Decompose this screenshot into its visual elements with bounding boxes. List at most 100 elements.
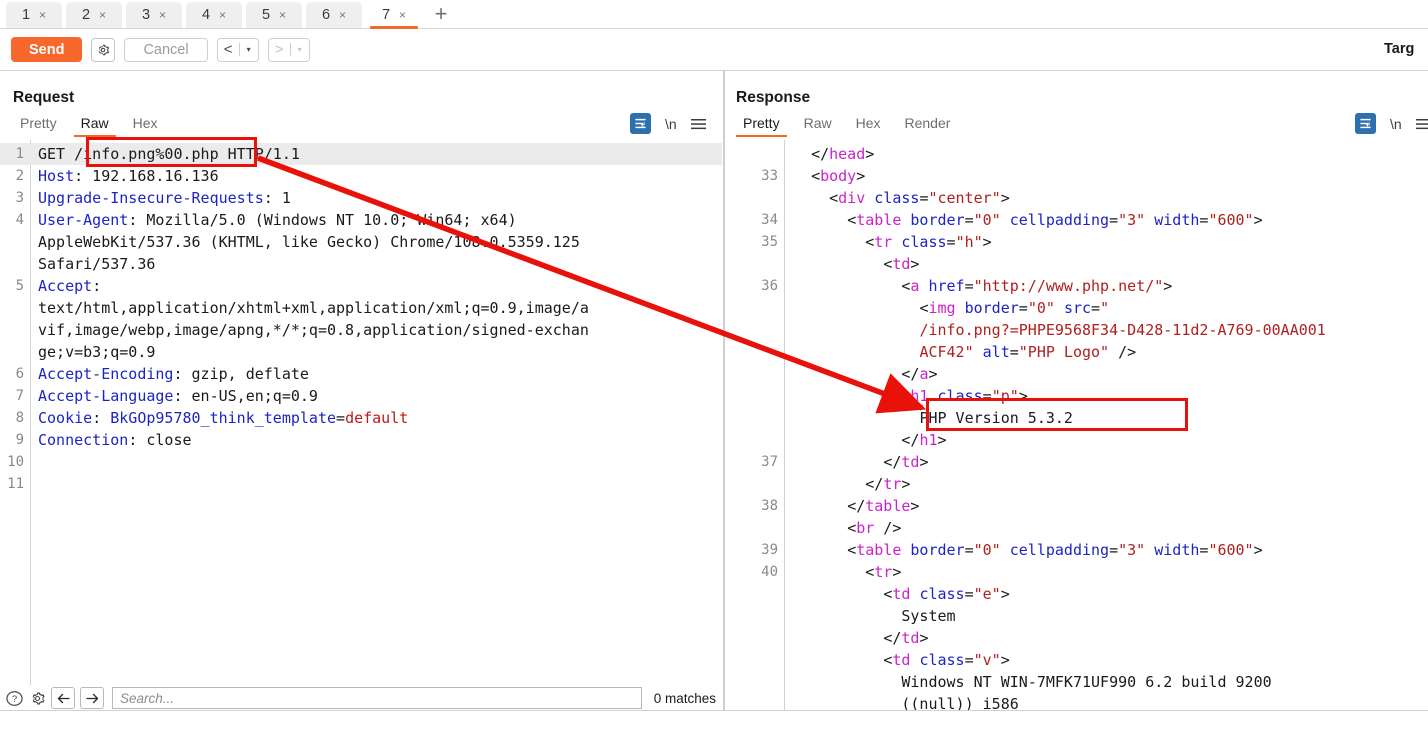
tab-label: 6 — [321, 7, 331, 23]
target-label: Targ — [1384, 41, 1415, 57]
code-token: </ — [847, 497, 866, 515]
code-line: text/html,application/xhtml+xml,applicat… — [0, 297, 722, 319]
code-line: </h1> — [725, 429, 1428, 451]
code-token: : — [92, 277, 102, 295]
repeater-tab-3[interactable]: 3 × — [126, 2, 182, 28]
code-token: Cookie — [38, 409, 93, 427]
code-token: : 1 — [263, 189, 291, 207]
repeater-tab-7[interactable]: 7 × — [366, 2, 422, 29]
word-wrap-icon[interactable] — [630, 113, 651, 134]
code-token: td — [892, 651, 911, 669]
code-line: 4 User-Agent: Mozilla/5.0 (Windows NT 10.… — [0, 209, 722, 231]
code-token: border — [910, 541, 965, 559]
code-line: PHP Version 5.3.2 — [725, 407, 1428, 429]
code-token: default — [345, 409, 409, 427]
repeater-tab-4[interactable]: 4 × — [186, 2, 242, 28]
code-token: border — [910, 211, 965, 229]
repeater-tab-1[interactable]: 1 × — [6, 2, 62, 28]
code-token: > — [910, 255, 920, 273]
line-text: AppleWebKit/537.36 (KHTML, like Gecko) C… — [31, 231, 722, 253]
code-token: < — [847, 541, 857, 559]
code-token: < — [883, 651, 893, 669]
tab-pretty[interactable]: Pretty — [736, 115, 787, 137]
tab-hex[interactable]: Hex — [126, 115, 165, 137]
line-number — [725, 627, 785, 649]
line-text: ((null)) i586 — [785, 693, 1428, 711]
code-line: System — [725, 605, 1428, 627]
tab-hex[interactable]: Hex — [849, 115, 888, 137]
line-number — [725, 407, 785, 429]
code-token: : — [92, 409, 111, 427]
code-token: </ — [901, 365, 920, 383]
repeater-tab-5[interactable]: 5 × — [246, 2, 302, 28]
close-icon[interactable]: × — [399, 9, 406, 21]
next-request-button[interactable]: > ▾ — [267, 37, 310, 62]
line-number — [725, 693, 785, 711]
code-token: = — [964, 277, 974, 295]
code-token: alt — [982, 343, 1010, 361]
hamburger-menu-icon[interactable] — [1415, 118, 1428, 130]
code-token: class — [937, 387, 983, 405]
request-search-bar: ? 0 matches — [0, 685, 723, 711]
hamburger-menu-icon[interactable] — [690, 118, 706, 130]
code-line: 33 <body> — [725, 165, 1428, 187]
code-line: <div class="center"> — [725, 187, 1428, 209]
code-token: "0" — [973, 541, 1001, 559]
tab-render[interactable]: Render — [898, 115, 958, 137]
response-editor[interactable]: </head> 33 <body> <div class="center"> 34 … — [725, 140, 1428, 711]
repeater-tab-2[interactable]: 2 × — [66, 2, 122, 28]
close-icon[interactable]: × — [159, 9, 166, 21]
search-previous-button[interactable] — [51, 687, 75, 709]
newline-toggle[interactable]: \n — [1390, 116, 1402, 132]
gear-icon[interactable] — [29, 690, 46, 707]
line-number — [725, 143, 785, 165]
close-icon[interactable]: × — [219, 9, 226, 21]
tab-raw[interactable]: Raw — [797, 115, 839, 137]
add-tab-button[interactable]: + — [426, 1, 456, 28]
request-search-input[interactable] — [112, 687, 642, 709]
gear-icon[interactable] — [91, 37, 116, 62]
request-panel-title: Request — [13, 89, 75, 106]
close-icon[interactable]: × — [39, 9, 46, 21]
code-token: "http://www.php.net/" — [973, 277, 1164, 295]
code-token: td — [901, 453, 920, 471]
tab-raw[interactable]: Raw — [73, 115, 116, 137]
code-token: img — [928, 299, 956, 317]
request-view-tabs: Pretty Raw Hex — [13, 115, 175, 140]
line-text: </td> — [785, 627, 1428, 649]
code-token: table — [865, 497, 911, 515]
code-token: > — [901, 475, 911, 493]
close-icon[interactable]: × — [339, 9, 346, 21]
code-token: "center" — [928, 189, 1001, 207]
code-token: < — [829, 189, 839, 207]
code-line: 11 — [0, 473, 722, 495]
word-wrap-icon[interactable] — [1355, 113, 1376, 134]
line-number — [0, 319, 31, 341]
close-icon[interactable]: × — [279, 9, 286, 21]
help-icon[interactable]: ? — [6, 690, 23, 707]
code-line: 1 GET /info.png%00.php HTTP/1.1 — [0, 143, 722, 165]
code-line: vif,image/webp,image/apng,*/*;q=0.8,appl… — [0, 319, 722, 341]
code-token: > — [1000, 651, 1010, 669]
repeater-tab-6[interactable]: 6 × — [306, 2, 362, 28]
previous-request-button[interactable]: < ▾ — [216, 37, 259, 62]
newline-toggle[interactable]: \n — [665, 116, 677, 132]
tab-pretty[interactable]: Pretty — [13, 115, 64, 137]
code-token: = — [1009, 343, 1019, 361]
request-editor[interactable]: 1 GET /info.png%00.php HTTP/1.1 2 Host: 192… — [0, 140, 722, 711]
close-icon[interactable]: × — [99, 9, 106, 21]
send-button[interactable]: Send — [11, 37, 83, 62]
response-view-tabs: Pretty Raw Hex Render — [736, 115, 967, 140]
repeater-toolbar: Send Cancel < ▾ > ▾ Targ — [0, 29, 1428, 71]
line-text: </td> — [785, 451, 1428, 473]
line-number — [725, 429, 785, 451]
code-line: 3 Upgrade-Insecure-Requests: 1 — [0, 187, 722, 209]
code-token: /> — [1109, 343, 1137, 361]
tab-label: 5 — [261, 7, 271, 23]
cancel-button[interactable]: Cancel — [124, 37, 208, 62]
search-next-button[interactable] — [80, 687, 104, 709]
